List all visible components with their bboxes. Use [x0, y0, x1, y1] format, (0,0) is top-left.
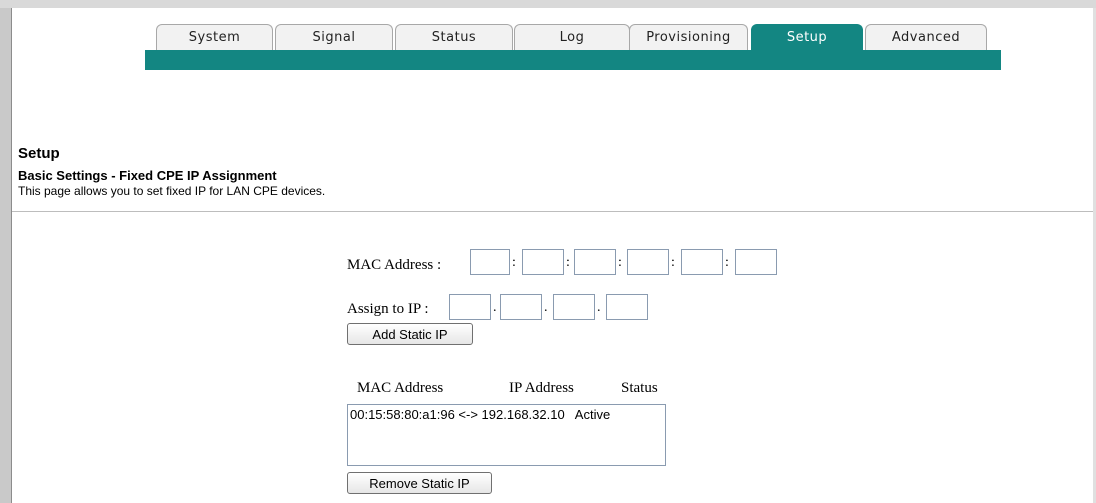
- list-item[interactable]: 00:15:58:80:a1:96 <-> 192.168.32.10 Acti…: [350, 407, 610, 422]
- page-subtitle: Basic Settings - Fixed CPE IP Assignment: [18, 168, 277, 183]
- ip-field-2[interactable]: [500, 294, 542, 320]
- mac-separator: :: [566, 255, 570, 270]
- ip-field-4[interactable]: [606, 294, 648, 320]
- tab-status[interactable]: Status: [395, 24, 513, 50]
- mac-field-6[interactable]: [735, 249, 777, 275]
- mac-field-5[interactable]: [681, 249, 723, 275]
- ip-field-1[interactable]: [449, 294, 491, 320]
- tab-advanced-label: Advanced: [891, 30, 961, 45]
- tab-log-label: Log: [559, 30, 585, 45]
- mac-separator: :: [725, 255, 729, 270]
- tab-underline-bar: [145, 50, 1001, 70]
- remove-static-ip-button[interactable]: Remove Static IP: [347, 472, 492, 494]
- left-frame-edge: [11, 8, 12, 503]
- ip-separator: .: [597, 300, 601, 315]
- main-tab-bar: System Signal Status Log Provisioning Se…: [145, 24, 1001, 50]
- column-header-mac: MAC Address: [357, 380, 444, 396]
- mac-separator: :: [512, 255, 516, 270]
- tab-provisioning-label: Provisioning: [646, 30, 731, 45]
- tab-setup-label: Setup: [786, 30, 828, 45]
- mac-separator: :: [618, 255, 622, 270]
- tab-advanced[interactable]: Advanced: [865, 24, 987, 50]
- page-title: Setup: [18, 145, 60, 162]
- page-description: This page allows you to set fixed IP for…: [18, 184, 326, 198]
- static-ip-listbox[interactable]: 00:15:58:80:a1:96 <-> 192.168.32.10 Acti…: [347, 404, 666, 466]
- tab-log[interactable]: Log: [514, 24, 630, 50]
- window-top-border: [0, 0, 1096, 8]
- mac-field-1[interactable]: [470, 249, 510, 275]
- column-header-status: Status: [621, 380, 658, 396]
- tab-setup[interactable]: Setup: [751, 24, 863, 50]
- assign-ip-label: Assign to IP :: [347, 301, 429, 317]
- mac-field-4[interactable]: [627, 249, 669, 275]
- tab-status-label: Status: [431, 30, 477, 45]
- tab-system[interactable]: System: [156, 24, 273, 50]
- ip-separator: .: [544, 300, 548, 315]
- ip-field-3[interactable]: [553, 294, 595, 320]
- tab-signal[interactable]: Signal: [275, 24, 393, 50]
- mac-address-label: MAC Address :: [347, 257, 442, 273]
- header-divider: [12, 211, 1093, 212]
- mac-field-2[interactable]: [522, 249, 564, 275]
- column-header-ip: IP Address: [509, 380, 574, 396]
- left-frame: [0, 8, 11, 503]
- tab-system-label: System: [188, 30, 241, 45]
- mac-field-3[interactable]: [574, 249, 616, 275]
- mac-separator: :: [671, 255, 675, 270]
- add-static-ip-button[interactable]: Add Static IP: [347, 323, 473, 345]
- tab-signal-label: Signal: [312, 30, 356, 45]
- ip-separator: .: [493, 300, 497, 315]
- tab-provisioning[interactable]: Provisioning: [629, 24, 748, 50]
